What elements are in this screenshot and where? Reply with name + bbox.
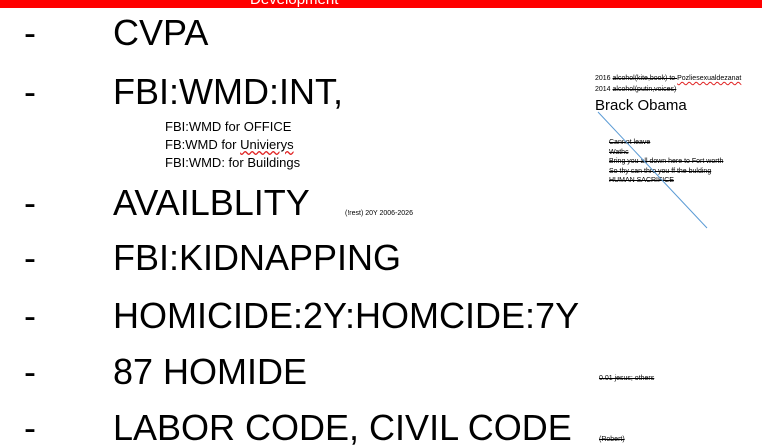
diagonal-line xyxy=(597,111,708,229)
